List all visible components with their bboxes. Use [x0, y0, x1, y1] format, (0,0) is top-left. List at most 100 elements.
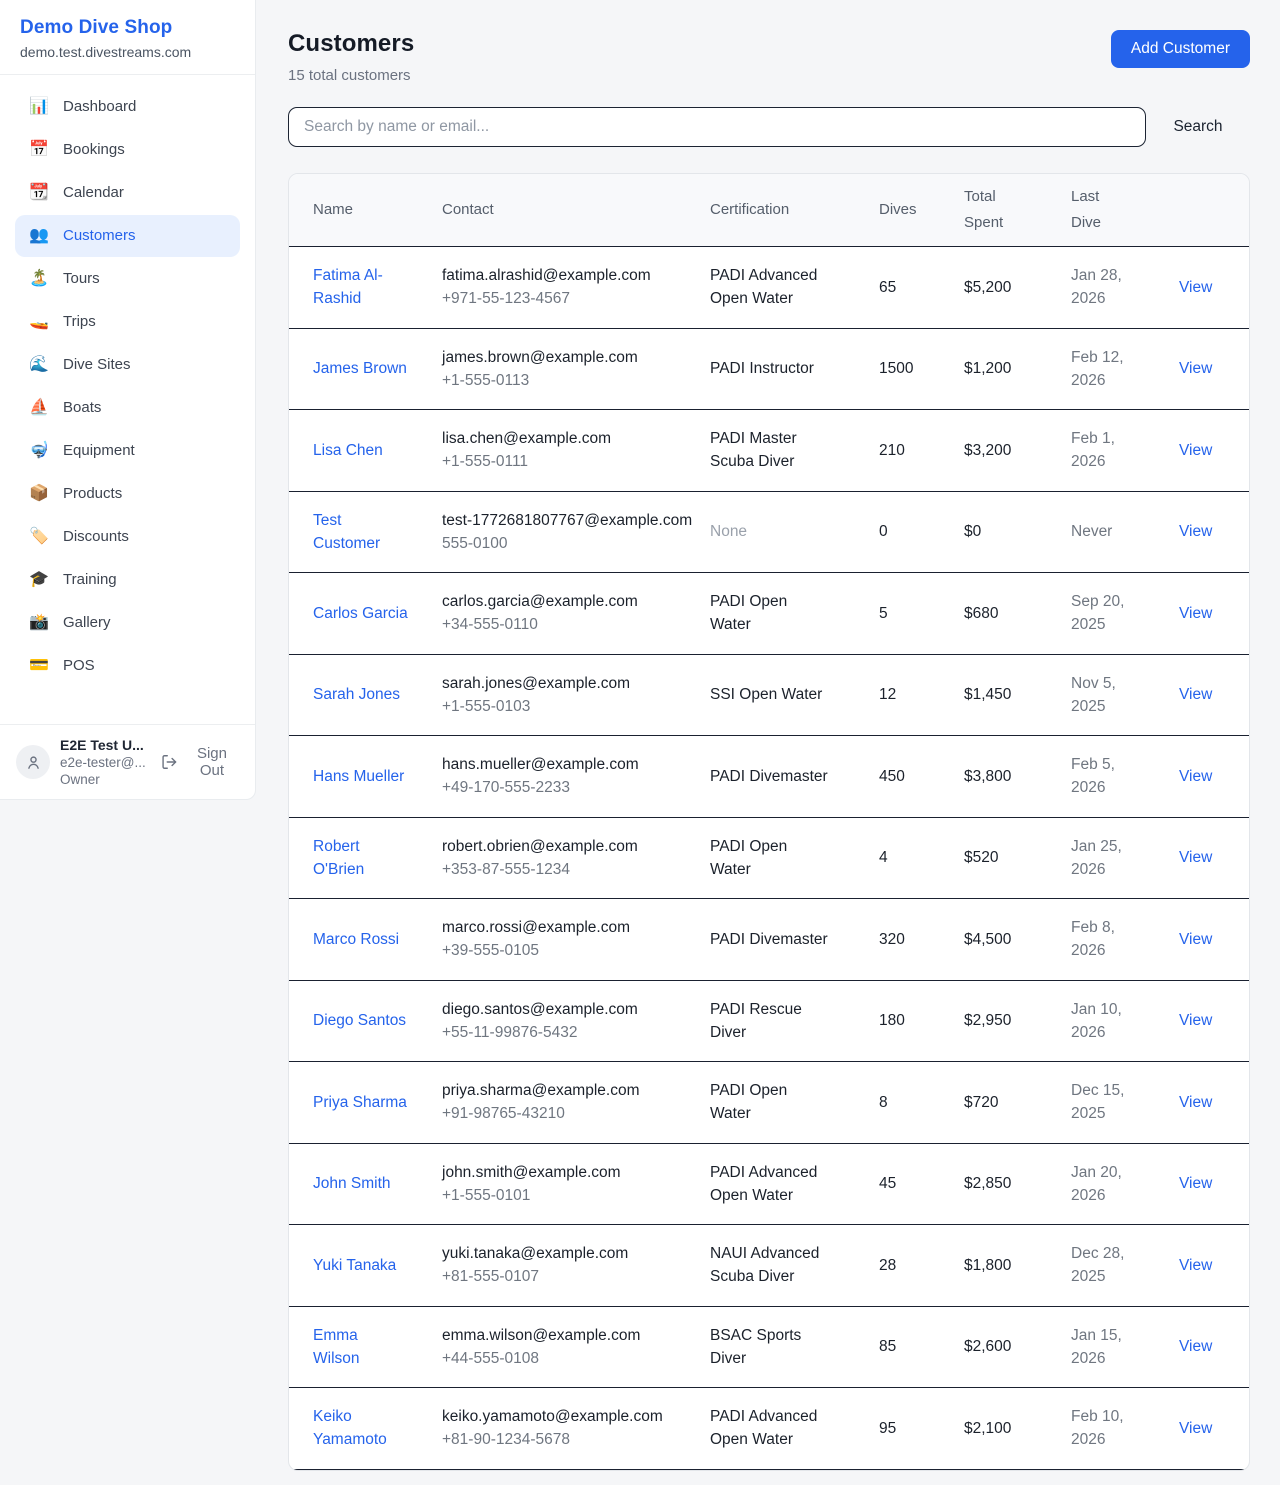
view-link[interactable]: View — [1179, 931, 1212, 948]
customer-name-link[interactable]: Marco Rossi — [313, 931, 399, 948]
tag-icon: 🏷️ — [28, 526, 50, 548]
view-link[interactable]: View — [1179, 279, 1212, 296]
customer-row: Yuki Tanaka yuki.tanaka@example.com +81-… — [289, 1225, 1250, 1307]
customer-name-link[interactable]: Sarah Jones — [313, 686, 400, 703]
sidebar-item-calendar[interactable]: 📆 Calendar — [15, 172, 240, 214]
sidebar-item-bookings[interactable]: 📅 Bookings — [15, 129, 240, 171]
view-link[interactable]: View — [1179, 1012, 1212, 1029]
view-link[interactable]: View — [1179, 1094, 1212, 1111]
customer-row: Test Customer test-1772681807767@example… — [289, 491, 1250, 573]
customer-count: 15 total customers — [288, 67, 414, 84]
view-link[interactable]: View — [1179, 605, 1212, 622]
customer-row: Sarah Jones sarah.jones@example.com +1-5… — [289, 654, 1250, 736]
view-link[interactable]: View — [1179, 523, 1212, 540]
island-icon: 🏝️ — [28, 268, 50, 290]
customer-last-dive-cell: Jan 10, 2026 — [1063, 980, 1171, 1062]
customer-phone: +55-11-99876-5432 — [442, 1021, 694, 1044]
customer-row: Marco Rossi marco.rossi@example.com +39-… — [289, 899, 1250, 981]
customer-certification-cell: BSAC Sports Diver — [702, 1306, 871, 1388]
customer-name-link[interactable]: Hans Mueller — [313, 768, 404, 785]
customer-name-link[interactable]: Emma Wilson — [313, 1327, 360, 1367]
view-link[interactable]: View — [1179, 1420, 1212, 1437]
view-link[interactable]: View — [1179, 1338, 1212, 1355]
customer-dives-cell: 320 — [871, 899, 956, 981]
customer-contact-cell: james.brown@example.com +1-555-0113 — [434, 328, 702, 410]
column-header-dives: Dives — [871, 174, 956, 247]
customer-name-link[interactable]: Lisa Chen — [313, 442, 383, 459]
customer-email: carlos.garcia@example.com — [442, 590, 694, 613]
customer-dives-cell: 95 — [871, 1388, 956, 1470]
customer-name-link[interactable]: Diego Santos — [313, 1012, 406, 1029]
sidebar-item-tours[interactable]: 🏝️ Tours — [15, 258, 240, 300]
customer-last-dive-cell: Feb 8, 2026 — [1063, 899, 1171, 981]
add-customer-button[interactable]: Add Customer — [1111, 30, 1250, 68]
customer-total-spent-cell: $1,800 — [956, 1225, 1063, 1307]
sign-out-label: Sign Out — [185, 745, 239, 779]
search-input[interactable] — [288, 107, 1146, 147]
customer-dives-cell: 0 — [871, 491, 956, 573]
customer-view-cell: View — [1171, 817, 1250, 899]
sailboat-icon: ⛵ — [28, 397, 50, 419]
customer-last-dive-cell: Jan 15, 2026 — [1063, 1306, 1171, 1388]
customer-name-link[interactable]: Fatima Al-Rashid — [313, 267, 383, 307]
view-link[interactable]: View — [1179, 686, 1212, 703]
view-link[interactable]: View — [1179, 442, 1212, 459]
customer-name-link[interactable]: Robert O'Brien — [313, 838, 364, 878]
sidebar: Demo Dive Shop demo.test.divestreams.com… — [0, 0, 256, 800]
customer-dives-cell: 450 — [871, 736, 956, 818]
sidebar-item-dashboard[interactable]: 📊 Dashboard — [15, 86, 240, 128]
customer-name-link[interactable]: Yuki Tanaka — [313, 1257, 396, 1274]
sign-out-button[interactable]: Sign Out — [161, 745, 239, 779]
view-link[interactable]: View — [1179, 360, 1212, 377]
page-header: Customers 15 total customers Add Custome… — [288, 30, 1250, 84]
sidebar-item-dive-sites[interactable]: 🌊 Dive Sites — [15, 344, 240, 386]
customer-name-link[interactable]: Priya Sharma — [313, 1094, 407, 1111]
sidebar-item-customers[interactable]: 👥 Customers — [15, 215, 240, 257]
customer-total-spent-cell: $0 — [956, 491, 1063, 573]
customer-last-dive-cell: Dec 15, 2025 — [1063, 1062, 1171, 1144]
customer-view-cell: View — [1171, 654, 1250, 736]
column-header-name: Name — [289, 174, 434, 247]
customer-certification-cell: PADI Instructor — [702, 328, 871, 410]
sidebar-item-boats[interactable]: ⛵ Boats — [15, 387, 240, 429]
customer-name-link[interactable]: James Brown — [313, 360, 407, 377]
customer-row: John Smith john.smith@example.com +1-555… — [289, 1143, 1250, 1225]
customer-name-link[interactable]: Carlos Garcia — [313, 605, 408, 622]
customer-phone: +81-90-1234-5678 — [442, 1428, 694, 1451]
customer-contact-cell: hans.mueller@example.com +49-170-555-223… — [434, 736, 702, 818]
sidebar-item-pos[interactable]: 💳 POS — [15, 645, 240, 687]
camera-icon: 📸 — [28, 612, 50, 634]
customer-row: Fatima Al-Rashid fatima.alrashid@example… — [289, 247, 1250, 329]
sign-out-icon — [161, 753, 178, 771]
customer-total-spent-cell: $720 — [956, 1062, 1063, 1144]
customer-contact-cell: carlos.garcia@example.com +34-555-0110 — [434, 573, 702, 655]
customer-dives-cell: 85 — [871, 1306, 956, 1388]
sidebar-item-label: Calendar — [63, 182, 124, 204]
customer-phone: +1-555-0101 — [442, 1184, 694, 1207]
sidebar-item-training[interactable]: 🎓 Training — [15, 559, 240, 601]
sidebar-item-trips[interactable]: 🚤 Trips — [15, 301, 240, 343]
customer-phone: +39-555-0105 — [442, 939, 694, 962]
customer-name-link[interactable]: Test Customer — [313, 512, 380, 552]
customer-email: keiko.yamamoto@example.com — [442, 1405, 694, 1428]
sidebar-item-discounts[interactable]: 🏷️ Discounts — [15, 516, 240, 558]
view-link[interactable]: View — [1179, 768, 1212, 785]
view-link[interactable]: View — [1179, 1175, 1212, 1192]
user-role: Owner — [60, 772, 151, 787]
package-icon: 📦 — [28, 483, 50, 505]
search-button[interactable]: Search — [1146, 118, 1250, 136]
table-body: Fatima Al-Rashid fatima.alrashid@example… — [289, 247, 1250, 1470]
sidebar-item-gallery[interactable]: 📸 Gallery — [15, 602, 240, 644]
view-link[interactable]: View — [1179, 1257, 1212, 1274]
sidebar-item-equipment[interactable]: 🤿 Equipment — [15, 430, 240, 472]
sidebar-item-products[interactable]: 📦 Products — [15, 473, 240, 515]
customer-certification-cell: PADI Master Scuba Diver — [702, 410, 871, 492]
view-link[interactable]: View — [1179, 849, 1212, 866]
customer-name-link[interactable]: Keiko Yamamoto — [313, 1408, 387, 1448]
credit-card-icon: 💳 — [28, 655, 50, 677]
customer-last-dive-cell: Feb 5, 2026 — [1063, 736, 1171, 818]
customer-last-dive-cell: Jan 20, 2026 — [1063, 1143, 1171, 1225]
customer-name-link[interactable]: John Smith — [313, 1175, 391, 1192]
customer-certification-cell: SSI Open Water — [702, 654, 871, 736]
column-header-total-spent: Total Spent — [956, 174, 1063, 247]
